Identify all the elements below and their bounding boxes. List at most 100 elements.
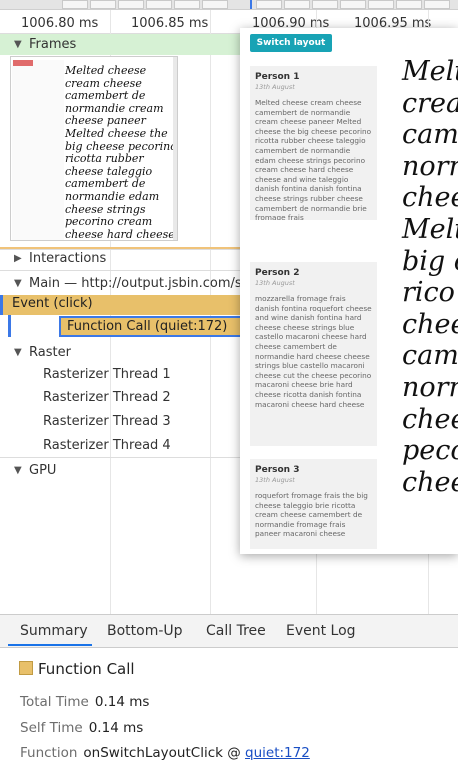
- main-selection-indicator: [8, 315, 11, 337]
- filmstrip-thumb[interactable]: [340, 0, 366, 9]
- filmstrip-thumb[interactable]: [174, 0, 200, 9]
- rasterizer-thread-label: Rasterizer Thread 1: [43, 367, 171, 382]
- popup-article-line: norr: [402, 371, 458, 403]
- interactions-label: Interactions: [29, 251, 107, 266]
- function-call-bar[interactable]: Function Call (quiet:172): [59, 316, 242, 337]
- rasterizer-thread-label: Rasterizer Thread 2: [43, 390, 171, 405]
- popup-article-line: cam: [402, 340, 458, 372]
- person-date: 13th August: [255, 476, 295, 484]
- chevron-down-icon: ▼: [14, 39, 22, 50]
- popup-article-line: Melt: [402, 213, 458, 245]
- interactions-track-header[interactable]: ▶ Interactions: [14, 251, 106, 266]
- filmstrip-thumb[interactable]: [396, 0, 422, 9]
- rasterizer-thread-row[interactable]: Rasterizer Thread 3: [43, 414, 171, 429]
- filmstrip[interactable]: [0, 0, 458, 10]
- function-source-link[interactable]: quiet:172: [245, 745, 310, 761]
- rasterizer-thread-row[interactable]: Rasterizer Thread 4: [43, 438, 171, 453]
- frame-preview-line: cheese hard cheese: [65, 227, 175, 241]
- popup-article-line: crea: [402, 87, 458, 119]
- self-time-value: 0.14 ms: [88, 720, 144, 736]
- frames-label: Frames: [29, 37, 77, 52]
- filmstrip-thumb[interactable]: [368, 0, 394, 9]
- ruler-tick-label: 1006.85 ms: [131, 16, 209, 31]
- filmstrip-thumb[interactable]: [146, 0, 172, 9]
- frames-track-header[interactable]: ▼ Frames: [14, 37, 76, 52]
- popup-article-line: chee: [402, 466, 458, 498]
- filmstrip-thumb[interactable]: [312, 0, 338, 9]
- summary-title: Function Call: [38, 660, 135, 678]
- frame-preview-line: pecorino cream: [65, 215, 153, 229]
- filmstrip-thumb[interactable]: [202, 0, 228, 9]
- total-time-row: Total Time 0.14 ms: [20, 694, 149, 710]
- rasterizer-thread-label: Rasterizer Thread 3: [43, 414, 171, 429]
- frame-preview-line: camembert de: [65, 89, 146, 103]
- frame-preview-text: Melted cheese cream cheese camembert de nor…: [65, 64, 177, 241]
- switch-layout-button: Switch layout: [250, 34, 332, 52]
- self-time-label: Self Time: [20, 720, 83, 736]
- chevron-down-icon: ▼: [14, 278, 22, 289]
- filmstrip-thumb[interactable]: [424, 0, 450, 9]
- function-label: Function: [20, 745, 78, 761]
- popup-article-line: norr: [402, 150, 458, 182]
- person-card: Person 2 13th August mozzarella fromage …: [250, 262, 377, 446]
- main-track-header[interactable]: ▼ Main — http://output.jsbin.com/sa: [14, 276, 250, 291]
- tab-bottom-up[interactable]: Bottom-Up: [107, 623, 183, 639]
- raster-track-header[interactable]: ▼ Raster: [14, 345, 71, 360]
- frame-preview-line: Melted cheese the: [65, 126, 168, 140]
- gpu-track-header[interactable]: ▼ GPU: [14, 463, 56, 478]
- frame-preview-scrollbar: [173, 57, 177, 240]
- popup-article-line: cam: [402, 119, 458, 151]
- function-call-label: Function Call (quiet:172): [67, 319, 228, 334]
- person-card: Person 3 13th August roquefort fromage f…: [250, 459, 377, 549]
- ruler-tick-label: 1006.80 ms: [21, 16, 99, 31]
- popup-article-line: peco: [402, 435, 458, 467]
- popup-article-line: rico: [402, 277, 455, 309]
- person-name: Person 1: [255, 72, 300, 82]
- self-time-row: Self Time 0.14 ms: [20, 720, 143, 736]
- frame-preview-line: Melted cheese: [65, 64, 147, 77]
- person-date: 13th August: [255, 279, 295, 287]
- raster-label: Raster: [29, 345, 71, 360]
- person-name: Person 2: [255, 268, 300, 278]
- popup-article-text: MeltcreacamnorrcheeMeltbig cricocheecamn…: [402, 56, 458, 498]
- person-card: Person 1 13th August Melted cheese cream…: [250, 66, 377, 220]
- function-name: onSwitchLayoutClick @: [83, 745, 241, 761]
- chevron-down-icon: ▼: [14, 347, 22, 358]
- tab-event-log[interactable]: Event Log: [286, 623, 356, 639]
- tab-summary[interactable]: Summary: [20, 623, 88, 639]
- filmstrip-cursor: [250, 0, 252, 9]
- main-label: Main — http://output.jsbin.com/sa: [29, 276, 250, 291]
- event-click-label: Event (click): [12, 296, 93, 311]
- person-name: Person 3: [255, 465, 300, 475]
- frame-preview-sidebar: [12, 60, 64, 240]
- rasterizer-thread-row[interactable]: Rasterizer Thread 2: [43, 390, 171, 405]
- filmstrip-thumb[interactable]: [256, 0, 282, 9]
- popup-article-line: Melt: [402, 56, 458, 87]
- filmstrip-thumb[interactable]: [284, 0, 310, 9]
- function-row: Function onSwitchLayoutClick @ quiet:172: [20, 745, 310, 761]
- frame-screenshot[interactable]: Melted cheese cream cheese camembert de nor…: [10, 56, 178, 241]
- chevron-down-icon: ▼: [14, 465, 22, 476]
- total-time-value: 0.14 ms: [94, 694, 150, 710]
- rasterizer-thread-label: Rasterizer Thread 4: [43, 438, 171, 453]
- total-time-label: Total Time: [20, 694, 89, 710]
- frame-preview-line: normandie edam: [65, 189, 160, 203]
- filmstrip-thumb[interactable]: [90, 0, 116, 9]
- popup-article-line: chee: [402, 182, 458, 214]
- filmstrip-thumb[interactable]: [118, 0, 144, 9]
- person-text: Melted cheese cream cheese camembert de …: [255, 98, 372, 220]
- rasterizer-thread-row[interactable]: Rasterizer Thread 1: [43, 367, 171, 382]
- tab-call-tree[interactable]: Call Tree: [206, 623, 266, 639]
- frame-preview-cards: [14, 69, 62, 239]
- filmstrip-thumb[interactable]: [62, 0, 88, 9]
- details-tabbar: Summary Bottom-Up Call Tree Event Log: [0, 614, 458, 648]
- category-swatch: [19, 661, 33, 675]
- frame-preview-button: [13, 60, 33, 66]
- person-text: roquefort fromage frais the big cheese t…: [255, 491, 368, 539]
- frame-screenshot-popup: Switch layout Person 1 13th August Melte…: [240, 28, 458, 554]
- popup-article-line: big c: [402, 245, 458, 277]
- person-date: 13th August: [255, 83, 295, 91]
- popup-article-line: chee: [402, 403, 458, 435]
- frame-preview-line: ricotta rubber: [65, 152, 144, 166]
- chevron-right-icon: ▶: [14, 253, 22, 264]
